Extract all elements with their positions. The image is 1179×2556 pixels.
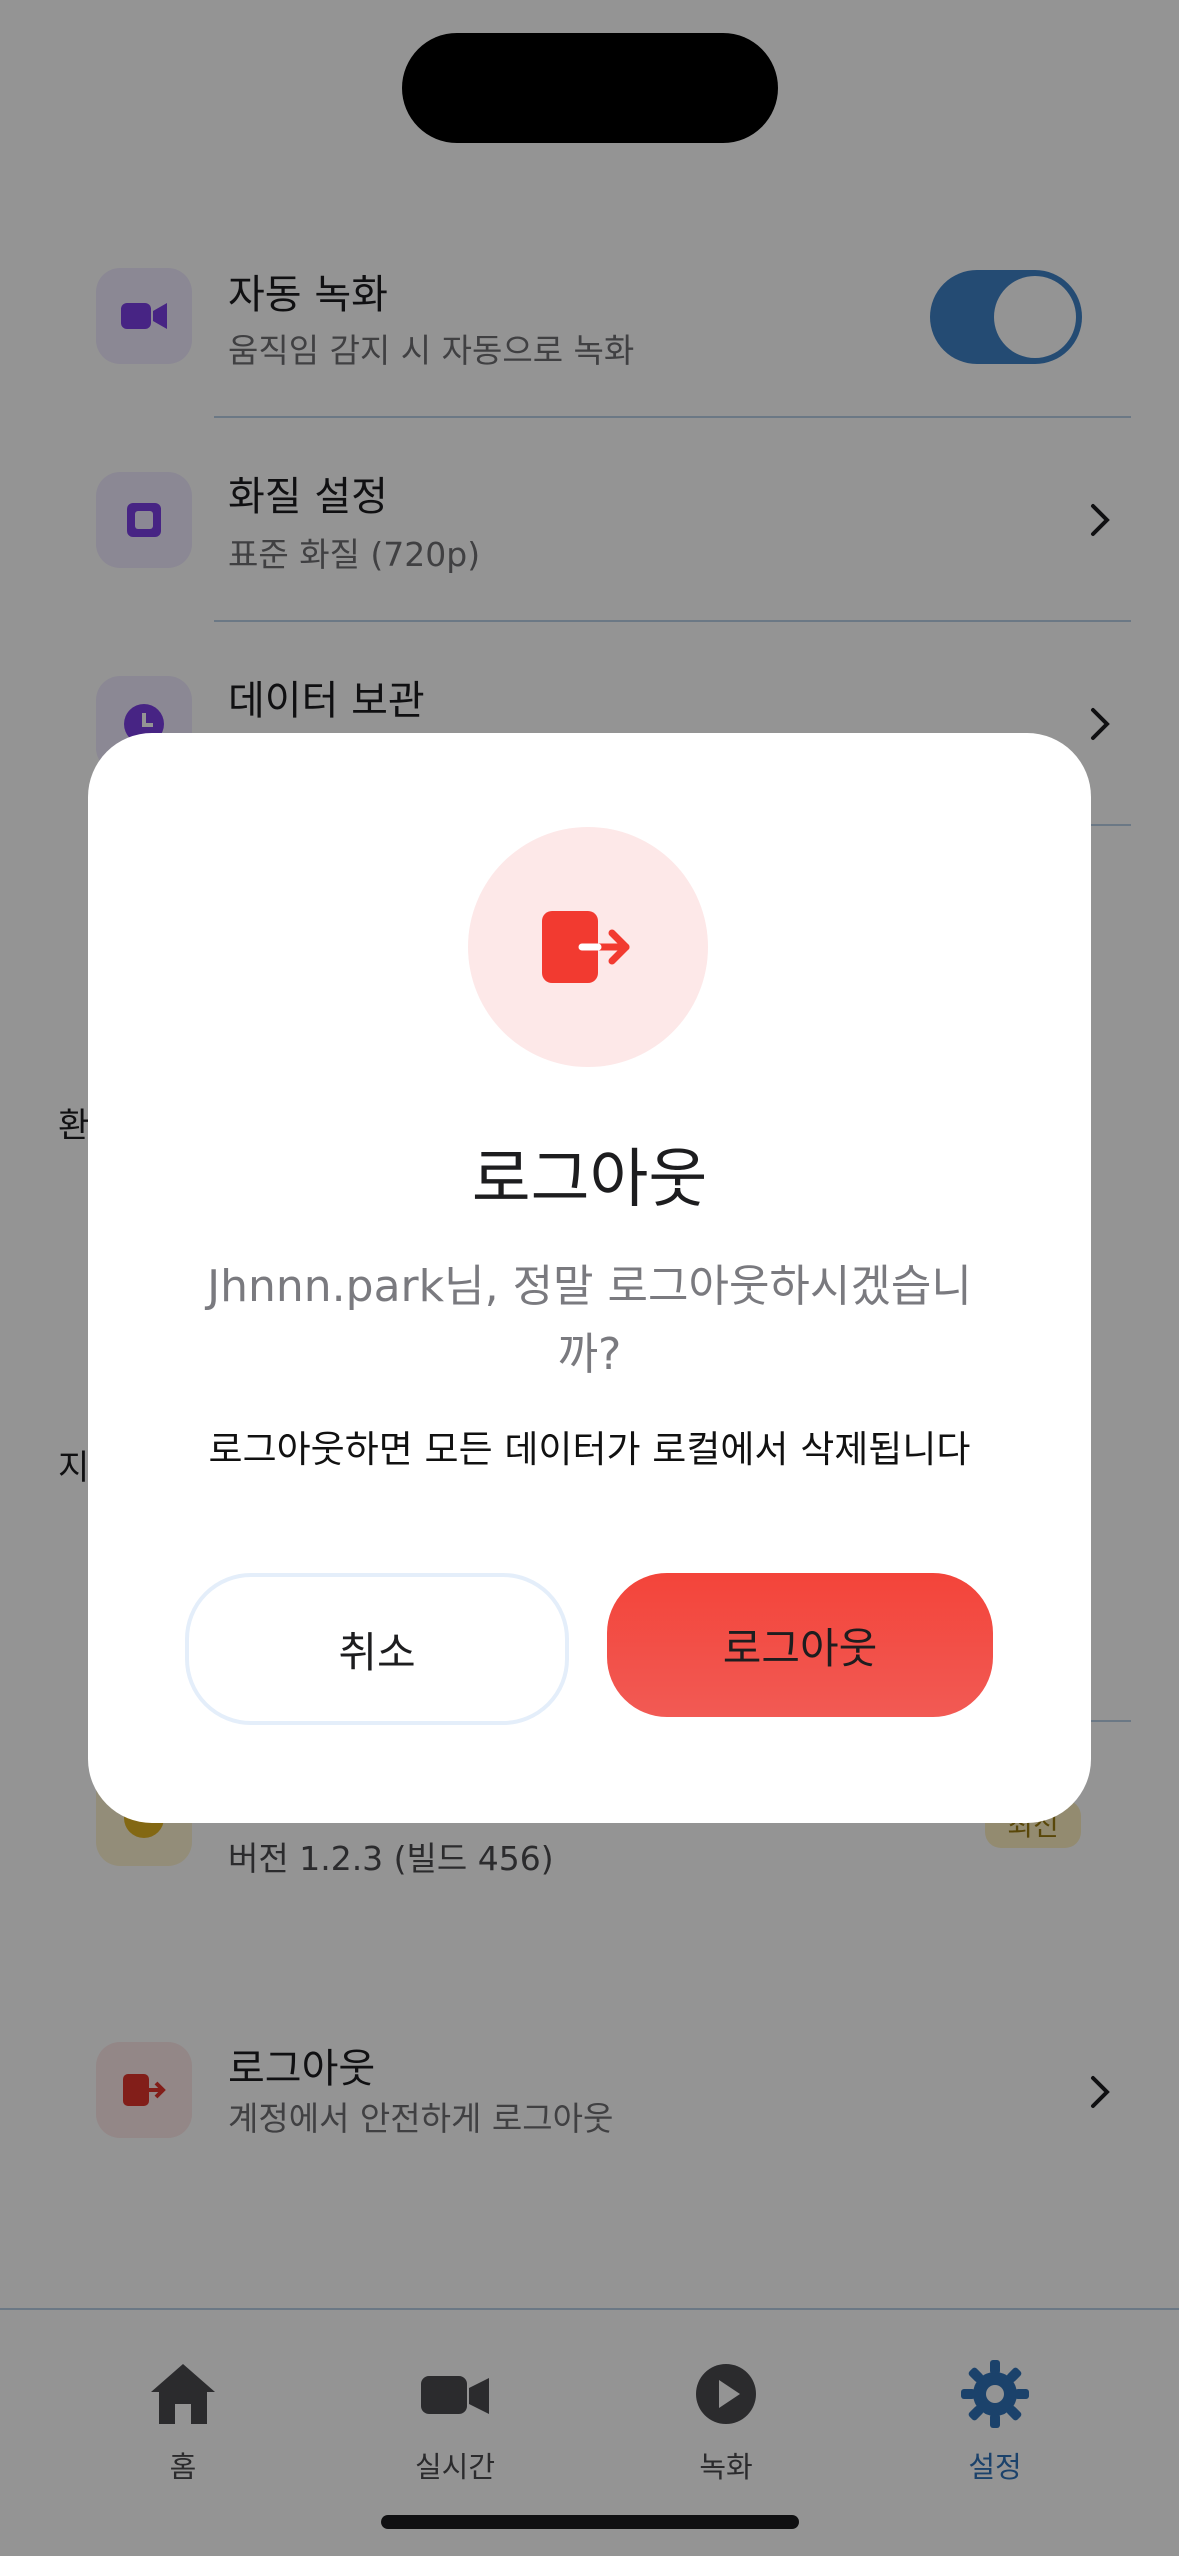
dialog-warning: 로그아웃하면 모든 데이터가 로컬에서 삭제됩니다 <box>208 1428 971 1471</box>
confirm-logout-button[interactable]: 로그아웃 <box>607 1573 993 1717</box>
dialog-title: 로그아웃 <box>471 1143 708 1217</box>
dialog-icon-circle <box>468 827 708 1067</box>
logout-dialog: 로그아웃 Jhnnn.park님, 정말 로그아웃하시겠습니까? 로그아웃하면 … <box>88 733 1091 1823</box>
dialog-message: Jhnnn.park님, 정말 로그아웃하시겠습니까? <box>207 1261 972 1380</box>
logout-icon <box>542 911 630 983</box>
cancel-button[interactable]: 취소 <box>185 1573 569 1725</box>
